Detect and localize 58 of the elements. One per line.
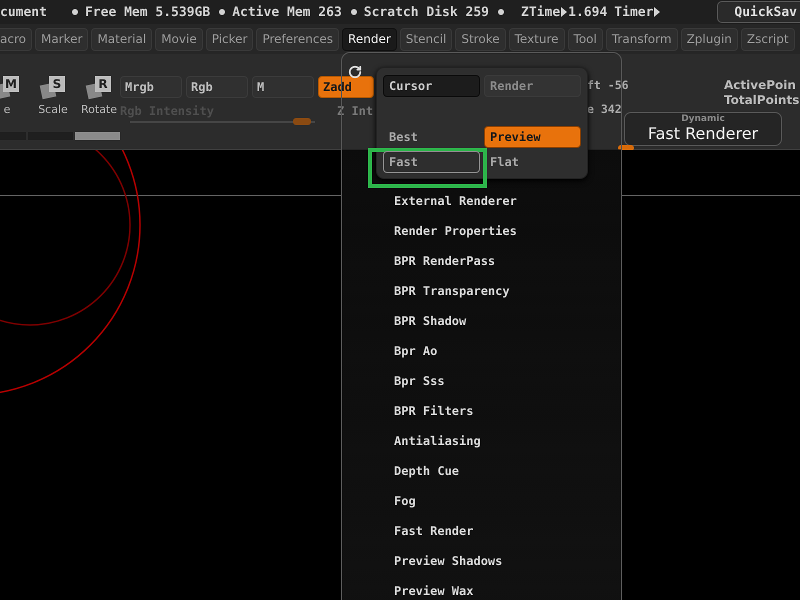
menu-tab[interactable]: Zscript — [740, 28, 795, 50]
ztime-value: 1.694 — [568, 4, 608, 20]
palette-item[interactable]: Depth Cue — [394, 456, 517, 486]
palette-item[interactable]: BPR Transparency — [394, 276, 517, 306]
triangle-icon — [561, 7, 568, 17]
menu-tab[interactable]: Picker — [206, 28, 254, 50]
value-label: ft -56 — [587, 78, 627, 92]
status-stat: Scratch Disk 259 — [364, 4, 490, 20]
palette-item[interactable]: Bpr Ao — [394, 336, 517, 366]
menu-tab[interactable]: Render — [342, 28, 397, 50]
menu-tab[interactable]: Zplugin — [680, 28, 738, 50]
renderer-button[interactable]: Dynamic Fast Renderer — [624, 112, 782, 146]
palette-item[interactable]: BPR Shadow — [394, 306, 517, 336]
palette-item[interactable]: Fast Render — [394, 516, 517, 546]
menu-tab[interactable]: Material — [91, 28, 152, 50]
bullet-icon — [72, 9, 78, 15]
menu-tab[interactable]: Texture — [508, 28, 565, 50]
quality-option[interactable]: Preview — [484, 126, 581, 148]
ztime-label: ZTime — [521, 4, 560, 20]
palette-item[interactable]: Antialiasing — [394, 426, 517, 456]
bullet-icon — [498, 9, 504, 15]
palette-item[interactable]: Bpr Sss — [394, 366, 517, 396]
triangle-icon — [654, 7, 660, 17]
menu-tab[interactable]: Preferences — [256, 28, 340, 50]
palette-item[interactable]: BPR Filters — [394, 396, 517, 426]
tool-label: Rotate — [81, 103, 118, 116]
palette-item[interactable]: Render Properties — [394, 216, 517, 246]
quicksave-button[interactable]: QuickSav — [717, 1, 800, 23]
quality-option[interactable]: Fast — [383, 151, 480, 173]
document-title: cument — [0, 4, 47, 20]
palette-item[interactable]: Fog — [394, 486, 517, 516]
bullet-icon — [350, 9, 357, 15]
bullet-icon — [219, 9, 226, 15]
menu-tab[interactable]: Marker — [34, 28, 88, 50]
palette-item[interactable]: Preview Wax — [394, 576, 517, 600]
quality-option[interactable]: Flat — [484, 151, 581, 173]
status-stat: Free Mem 5.539GB — [84, 4, 210, 20]
status-stat: Active Mem 263 — [232, 4, 342, 20]
menu-tab[interactable]: Stroke — [455, 28, 506, 50]
tool-label: e — [4, 103, 10, 116]
quality-option[interactable]: Best — [383, 126, 480, 148]
palette-item[interactable]: BPR RenderPass — [394, 246, 517, 276]
mode-button[interactable]: Rgb — [186, 76, 248, 98]
total-points-label: TotalPoints — [724, 93, 800, 108]
mode-button[interactable]: Mrgb — [120, 76, 182, 98]
timer-label: Timer — [614, 4, 654, 20]
tool-label: Scale — [38, 103, 68, 116]
palette-item[interactable]: External Renderer — [394, 186, 517, 216]
menu-tab[interactable]: Transform — [606, 28, 678, 50]
refresh-icon[interactable] — [348, 65, 362, 79]
menu-tab[interactable]: acro — [0, 28, 32, 50]
active-points-label: ActivePoin — [724, 78, 797, 93]
palette-item[interactable]: Preview Shadows — [394, 546, 517, 576]
popup-button[interactable]: Cursor — [383, 75, 480, 97]
menu-tab[interactable]: Stencil — [400, 28, 452, 50]
menu-tab[interactable]: Movie — [155, 28, 203, 50]
mode-button[interactable]: M — [252, 76, 314, 98]
menu-tab[interactable]: Tool — [568, 28, 603, 50]
